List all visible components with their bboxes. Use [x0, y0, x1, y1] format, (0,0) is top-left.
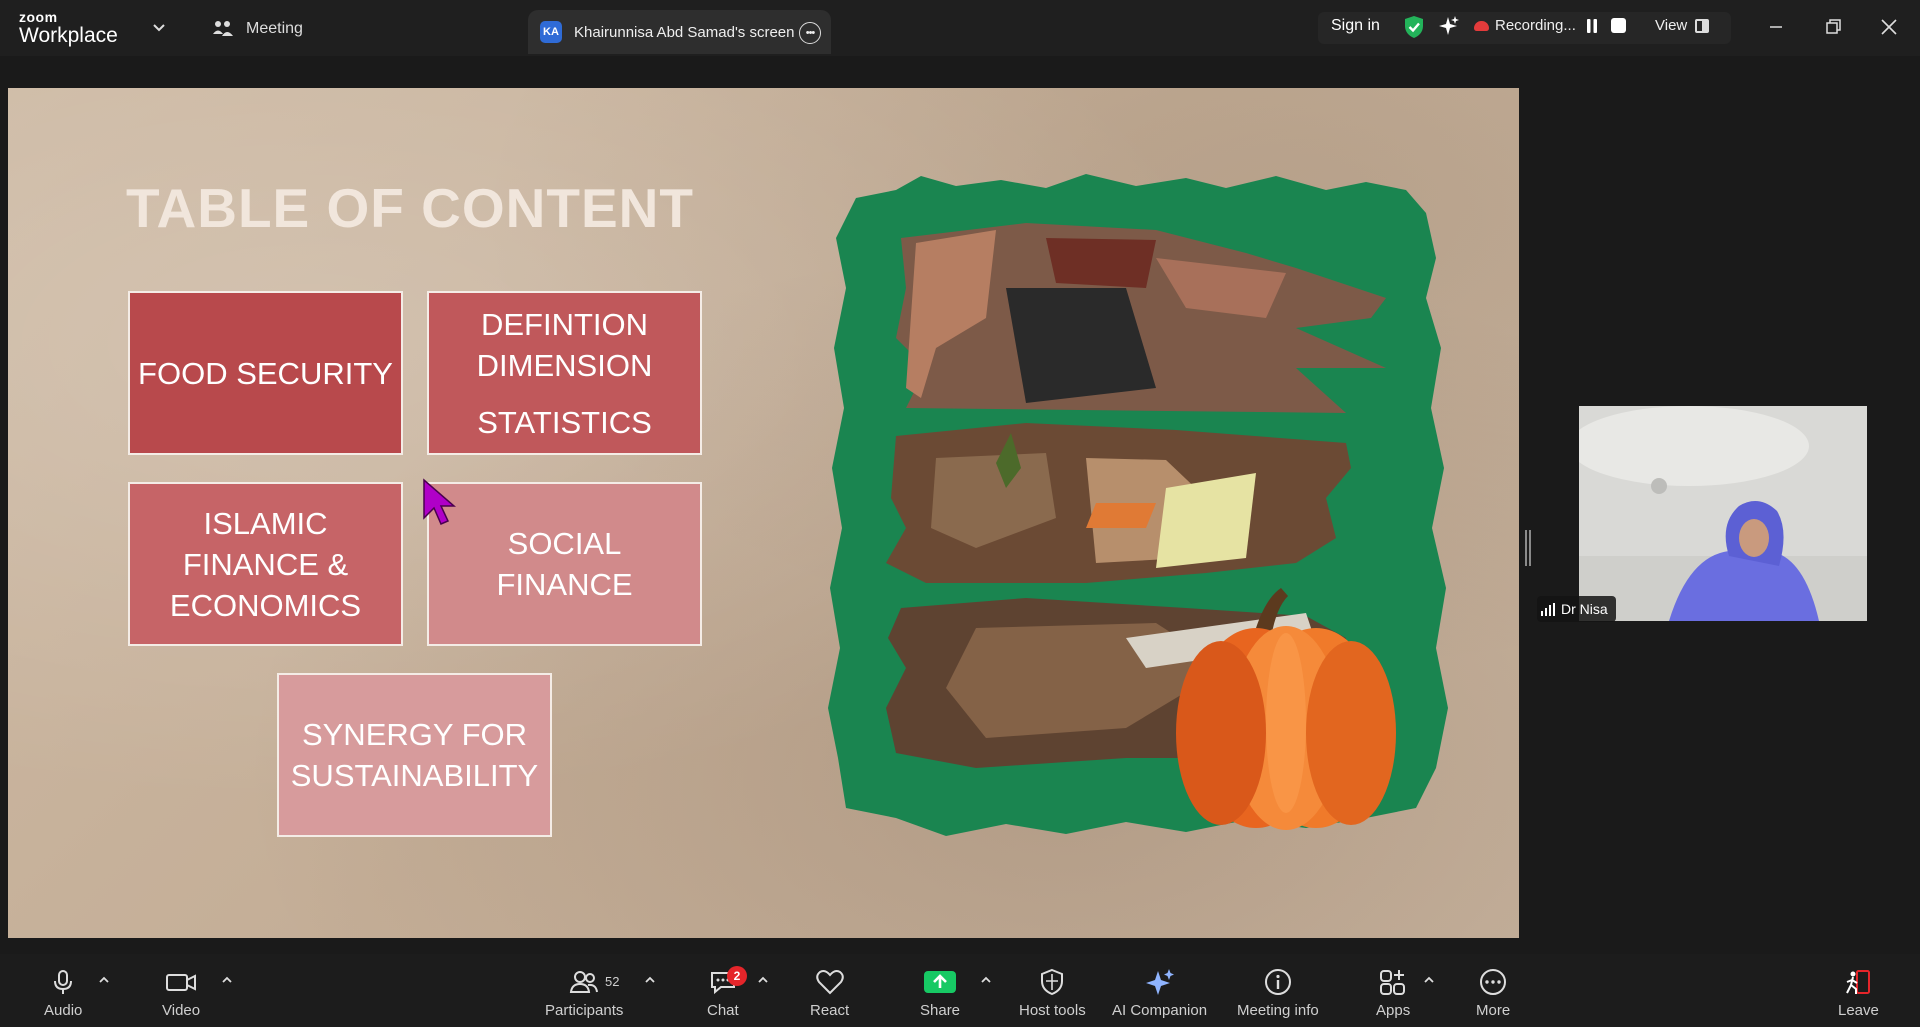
toc-social-line1: SOCIAL	[507, 526, 622, 561]
slide-title: TABLE OF CONTENT	[126, 177, 694, 239]
chat-options-icon[interactable]	[757, 976, 769, 984]
audio-label: Audio	[44, 1002, 83, 1019]
host-tools-label: Host tools	[1019, 1002, 1086, 1019]
participants-icon	[570, 971, 599, 993]
meeting-info-label: Meeting info	[1237, 1002, 1319, 1019]
avatar: KA	[540, 21, 562, 43]
more-options-icon[interactable]: •••	[799, 22, 821, 44]
more-button[interactable]: More	[1476, 968, 1510, 1019]
zoom-workplace-logo[interactable]: zoom Workplace	[19, 10, 118, 46]
more-label: More	[1476, 1002, 1511, 1019]
panel-resize-handle[interactable]	[1525, 530, 1531, 566]
cursor-icon	[423, 478, 456, 525]
info-icon	[1264, 969, 1291, 995]
toc-defintion-line2: DIMENSION	[476, 347, 653, 383]
leave-button[interactable]: Leave	[1838, 968, 1879, 1019]
participant-name: Dr Nisa	[1561, 601, 1608, 617]
share-screen-icon	[924, 971, 957, 993]
toc-social-line2: FINANCE	[496, 567, 633, 602]
participants-label: Participants	[545, 1002, 624, 1019]
share-button[interactable]: Share	[920, 968, 960, 1019]
participant-video-frame	[1579, 406, 1867, 621]
chat-unread-badge: 2	[727, 966, 747, 986]
toc-islamic-line3: ECONOMICS	[169, 587, 362, 623]
toc-islamic-line1: ISLAMIC	[203, 505, 328, 541]
audio-button[interactable]: Audio	[44, 968, 82, 1019]
toc-defintion-line1: DEFINTION	[480, 306, 649, 342]
tab-shared-screen-label: Khairunnisa Abd Samad's screen	[574, 23, 795, 41]
shield-check-icon[interactable]	[1403, 15, 1425, 39]
microphone-icon	[54, 970, 73, 994]
toc-food-security: FOOD SECURITY	[128, 291, 403, 455]
toc-defintion-line3: STATISTICS	[477, 404, 652, 440]
view-button[interactable]: View	[1655, 17, 1710, 34]
shared-screen[interactable]: TABLE OF CONTENT FOOD SECURITY DEFINTION…	[8, 88, 1519, 938]
participants-options-icon[interactable]	[644, 976, 656, 984]
close-icon[interactable]	[1876, 14, 1902, 40]
toc-synergy: SYNERGY FOR SUSTAINABILITY	[277, 673, 552, 837]
toc-islamic-finance: ISLAMIC FINANCE & ECONOMICS	[128, 482, 403, 646]
ai-companion-icon	[1145, 969, 1174, 995]
leave-label: Leave	[1838, 1002, 1879, 1019]
signal-strength-icon	[1541, 602, 1555, 616]
shield-icon	[1041, 968, 1064, 996]
toc-islamic-line2: FINANCE &	[182, 546, 349, 582]
tab-shared-screen[interactable]: KA Khairunnisa Abd Samad's screen •••	[528, 10, 831, 54]
view-layout-icon	[1695, 18, 1710, 33]
share-options-icon[interactable]	[980, 976, 992, 984]
audio-options-icon[interactable]	[98, 976, 110, 984]
chat-label: Chat	[707, 1002, 739, 1019]
react-button[interactable]: React	[810, 968, 849, 1019]
apps-options-icon[interactable]	[1423, 976, 1435, 984]
video-label: Video	[162, 1002, 201, 1019]
restore-icon[interactable]	[1820, 14, 1846, 40]
ai-companion-label: AI Companion	[1112, 1002, 1208, 1019]
farming-photo-collage	[828, 174, 1448, 836]
share-label: Share	[920, 1002, 961, 1019]
chevron-down-icon[interactable]	[152, 22, 166, 34]
apps-label: Apps	[1376, 1002, 1411, 1019]
toc-food-security-label: FOOD SECURITY	[138, 355, 393, 391]
toc-defintion: DEFINTION DIMENSION STATISTICS	[427, 291, 702, 455]
video-camera-icon	[166, 974, 197, 991]
ai-companion-button[interactable]: AI Companion	[1112, 968, 1207, 1019]
cloud-recording-icon	[1474, 20, 1489, 31]
video-button[interactable]: Video	[162, 968, 200, 1019]
toc-synergy-line1: SYNERGY FOR	[301, 717, 528, 752]
tab-meeting-label: Meeting	[246, 20, 303, 37]
participants-count: 52	[605, 974, 620, 989]
recording-status[interactable]: Recording...	[1474, 17, 1576, 34]
host-tools-button[interactable]: Host tools	[1019, 968, 1086, 1019]
apps-icon	[1380, 970, 1406, 995]
view-label: View	[1655, 17, 1688, 34]
meeting-info-button[interactable]: Meeting info	[1237, 968, 1319, 1019]
toc-synergy-line2: SUSTAINABILITY	[290, 758, 539, 793]
leave-icon	[1846, 970, 1871, 994]
toc-social-finance: SOCIAL FINANCE	[427, 482, 702, 646]
pause-recording-icon[interactable]	[1584, 18, 1600, 34]
brand-small: zoom	[19, 9, 58, 25]
react-label: React	[810, 1002, 850, 1019]
more-icon	[1480, 969, 1507, 995]
recording-label: Recording...	[1495, 17, 1576, 34]
apps-button[interactable]: Apps	[1376, 968, 1410, 1019]
brand-large: Workplace	[19, 24, 118, 47]
participant-name-badge: Dr Nisa	[1537, 596, 1616, 622]
tab-meeting[interactable]: Meeting	[212, 17, 303, 41]
participant-video[interactable]	[1579, 406, 1867, 621]
heart-icon	[815, 970, 844, 995]
minimize-icon[interactable]	[1763, 14, 1789, 40]
ai-sparkle-icon[interactable]	[1438, 14, 1460, 38]
meeting-icon	[213, 21, 233, 36]
sign-in-button[interactable]: Sign in	[1331, 17, 1380, 35]
stop-recording-icon[interactable]	[1611, 18, 1626, 33]
video-options-icon[interactable]	[221, 976, 233, 984]
